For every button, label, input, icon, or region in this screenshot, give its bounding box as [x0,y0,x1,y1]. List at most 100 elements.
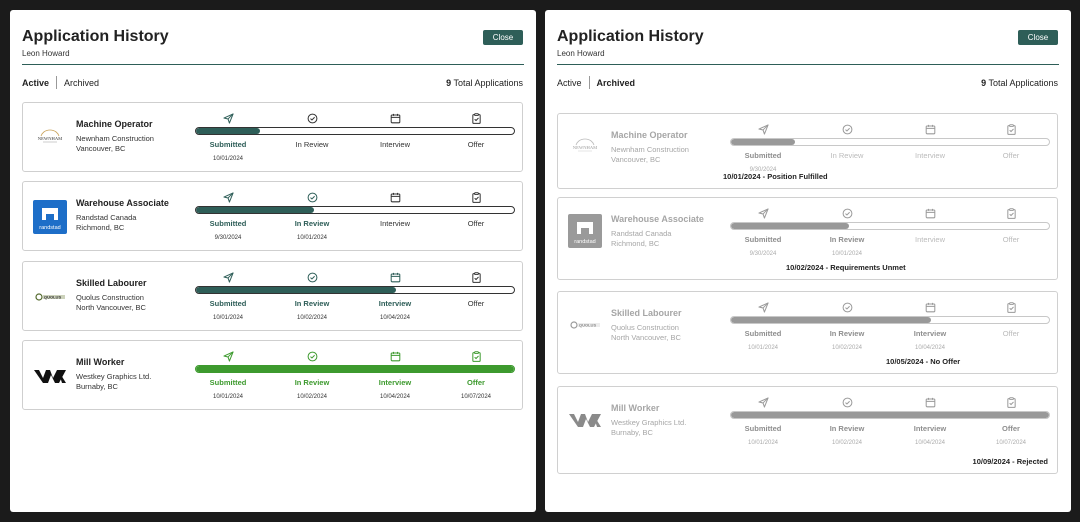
stage-date: 10/01/2024 [212,394,244,400]
clipboard-check-icon [971,124,1051,135]
send-icon [723,208,803,219]
send-icon [723,302,803,313]
progress-fill [731,317,932,323]
progress-bar [730,222,1050,230]
clipboard-check-icon [436,192,516,203]
user-name: Leon Howard [557,49,605,58]
job-title: Mill Worker [76,357,125,367]
application-card[interactable]: randstad Warehouse Associate Randstad Cana… [22,181,523,251]
total-label: Total Applications [453,78,523,88]
stage-label: Submitted [744,235,782,244]
job-title: Skilled Labourer [611,308,682,318]
progress-tracker: Submitted 10/01/2024 In Review 10/02/2024 In… [730,397,1050,457]
total-applications: 9 Total Applications [981,78,1058,88]
application-card[interactable]: randstad Warehouse Associate Randstad Cana… [557,197,1058,280]
stage-label: Interview [914,151,945,160]
check-circle-icon [272,192,352,203]
clipboard-check-icon [971,302,1051,313]
stage-label: Interview [378,299,412,308]
application-history-panel-active: Application History Leon Howard Close Ac… [10,10,536,512]
header-divider [557,64,1059,65]
job-info: Machine Operator Newnham Construction Vanc… [76,119,154,154]
progress-fill [731,223,849,229]
randstad-logo: randstad [33,200,67,234]
stage-label: Offer [1002,329,1020,338]
newnham-logo: NEWNHAM [568,130,602,164]
send-icon [188,272,268,283]
job-info: Warehouse Associate Randstad Canada Richmo… [611,214,704,249]
stage-label: Offer [467,219,485,228]
tab-bar: Active Archived [557,76,635,89]
send-icon [188,351,268,362]
progress-bar [195,127,515,135]
job-info: Skilled Labourer Quolus Construction North… [611,308,682,343]
stage-label: Interview [378,378,412,387]
progress-tracker: Submitted 10/01/2024 In Review 10/02/2024 In… [195,272,515,332]
job-location: Vancouver, BC [76,144,126,153]
application-history-panel-archived: Application History Leon Howard Close Ac… [545,10,1071,512]
check-circle-icon [807,302,887,313]
stage-label: In Review [829,235,865,244]
send-icon [723,124,803,135]
stage-label: Offer [1002,424,1020,433]
clipboard-check-icon [436,351,516,362]
calendar-icon [355,192,435,203]
stage-label: Submitted [209,219,247,228]
progress-fill [731,412,1049,418]
calendar-icon [890,124,970,135]
progress-bar [730,411,1050,419]
application-card[interactable]: Mill Worker Westkey Graphics Ltd. Burnaby,… [22,340,523,410]
tab-active[interactable]: Active [557,78,582,88]
westkey-logo [568,403,602,437]
progress-fill [196,207,314,213]
calendar-icon [355,272,435,283]
application-card[interactable]: Mill Worker Westkey Graphics Ltd. Burnaby,… [557,386,1058,474]
job-title: Warehouse Associate [76,198,169,208]
stage-date: 10/04/2024 [914,345,946,351]
stage-label: In Review [294,299,330,308]
company-name: Quolus Construction [611,323,679,332]
application-card[interactable]: NEWNHAM Machine Operator Newnham Construct… [557,113,1058,189]
stage-label: In Review [829,329,865,338]
header-divider [22,64,524,65]
job-title: Machine Operator [76,119,153,129]
tab-archived[interactable]: Archived [64,78,99,88]
randstad-logo: randstad [568,214,602,248]
job-title: Skilled Labourer [76,278,147,288]
stage-date: 10/07/2024 [460,394,492,400]
calendar-icon [890,397,970,408]
stage-date: 10/01/2024 [212,156,244,162]
tab-separator [588,76,590,89]
progress-tracker: Submitted 10/01/2024 In Review Interview Off… [195,113,515,173]
tab-archived[interactable]: Archived [597,78,636,88]
job-location: Richmond, BC [76,223,125,232]
job-location: Richmond, BC [611,239,660,248]
progress-fill [196,287,397,293]
progress-fill [196,128,260,134]
job-info: Machine Operator Newnham Construction Vanc… [611,130,689,165]
application-card[interactable]: NEWNHAM Machine Operator Newnham Construct… [22,102,523,172]
job-info: Warehouse Associate Randstad Canada Richmo… [76,198,169,233]
application-card[interactable]: QUOLUS Skilled Labourer Quolus Constructio… [22,261,523,331]
stage-label: Interview [379,140,410,149]
send-icon [723,397,803,408]
progress-tracker: Submitted 9/30/2024 In Review 10/01/2024 Int… [730,208,1050,268]
stage-date: 10/07/2024 [995,440,1027,446]
stage-label: Offer [467,378,485,387]
close-button[interactable]: Close [1018,30,1058,45]
progress-bar [195,365,515,373]
progress-fill [731,139,795,145]
job-info: Mill Worker Westkey Graphics Ltd. Burnaby,… [611,403,686,438]
stage-label: In Review [294,378,330,387]
svg-text:QUOLUS: QUOLUS [44,295,61,300]
company-name: Randstad Canada [76,213,137,222]
archive-status: 10/01/2024 - Position Fulfilled [723,172,828,181]
application-card[interactable]: QUOLUS Skilled Labourer Quolus Constructio… [557,291,1058,374]
tab-active[interactable]: Active [22,78,49,88]
stage-label: Submitted [209,140,247,149]
quolus-logo: QUOLUS [568,308,602,342]
job-info: Mill Worker Westkey Graphics Ltd. Burnaby,… [76,357,151,392]
stage-date: 10/02/2024 [831,345,863,351]
close-button[interactable]: Close [483,30,523,45]
progress-bar [730,316,1050,324]
